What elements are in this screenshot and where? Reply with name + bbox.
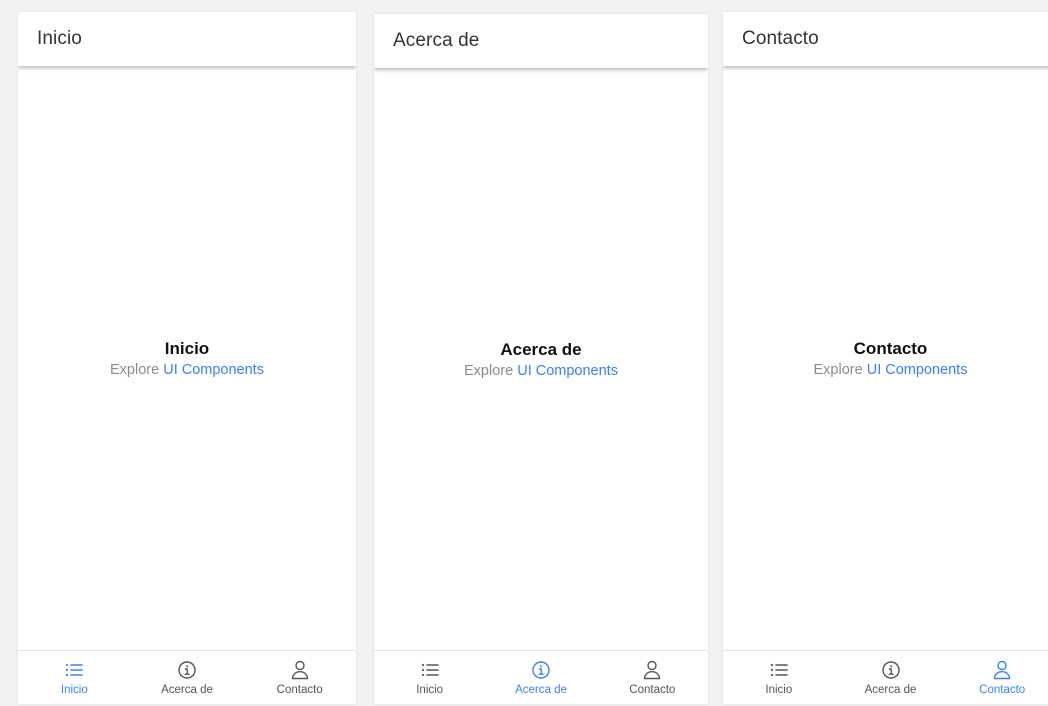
tab-acerca-de[interactable]: Acerca de: [485, 651, 596, 704]
ui-components-link[interactable]: UI Components: [163, 362, 264, 378]
main-content: Acerca de Explore UI Components: [374, 68, 708, 651]
tab-label: Contacto: [276, 684, 323, 696]
header-toolbar: Acerca de: [374, 14, 708, 68]
header-toolbar: Contacto: [723, 12, 1048, 66]
tab-contacto[interactable]: Contacto: [946, 651, 1048, 704]
tab-acerca-de[interactable]: Acerca de: [131, 651, 244, 704]
info-circle-icon: [530, 659, 552, 681]
tab-contacto[interactable]: Contacto: [597, 651, 708, 704]
content-subtitle: Explore UI Components: [814, 362, 968, 378]
tab-label: Acerca de: [864, 684, 917, 696]
tab-acerca-de[interactable]: Acerca de: [835, 651, 947, 704]
content-title: Contacto: [853, 339, 928, 358]
content-subtitle: Explore UI Components: [464, 363, 618, 379]
tab-inicio[interactable]: Inicio: [18, 651, 131, 704]
content-subtitle: Explore UI Components: [110, 362, 264, 378]
explore-text: Explore: [464, 363, 514, 379]
header-toolbar: Inicio: [18, 12, 356, 66]
main-content: Inicio Explore UI Components: [18, 66, 356, 651]
tab-inicio[interactable]: Inicio: [374, 651, 485, 704]
page-title: Contacto: [742, 28, 819, 49]
person-icon: [641, 659, 663, 681]
list-icon: [768, 659, 790, 681]
explore-text: Explore: [110, 362, 160, 378]
ui-components-link[interactable]: UI Components: [517, 363, 618, 379]
tab-label: Inicio: [416, 684, 444, 696]
content-title: Acerca de: [500, 340, 582, 359]
tab-contacto[interactable]: Contacto: [243, 651, 356, 704]
tab-inicio[interactable]: Inicio: [723, 651, 835, 704]
person-icon: [289, 659, 311, 681]
phone-screen-inicio: Inicio Inicio Explore UI Components Inic…: [18, 12, 356, 704]
tab-label: Acerca de: [515, 684, 567, 696]
tab-bar: Inicio Acerca de Contacto: [374, 650, 708, 704]
info-circle-icon: [880, 659, 902, 681]
person-icon: [991, 659, 1013, 681]
content-title: Inicio: [164, 339, 210, 358]
tab-label: Contacto: [629, 684, 676, 696]
tab-bar: Inicio Acerca de Contacto: [18, 650, 356, 704]
info-circle-icon: [176, 659, 198, 681]
page-title: Acerca de: [393, 30, 480, 51]
ui-components-link[interactable]: UI Components: [867, 362, 968, 378]
phone-screen-contacto: Contacto Contacto Explore UI Components …: [723, 12, 1048, 704]
tab-label: Contacto: [979, 684, 1026, 696]
tab-label: Inicio: [765, 684, 793, 696]
phone-screen-acerca-de: Acerca de Acerca de Explore UI Component…: [374, 14, 708, 704]
tab-bar: Inicio Acerca de Contacto: [723, 650, 1048, 704]
tab-label: Acerca de: [161, 684, 213, 696]
list-icon: [419, 659, 441, 681]
page-title: Inicio: [37, 28, 82, 49]
main-content: Contacto Explore UI Components: [723, 66, 1048, 651]
tab-label: Inicio: [60, 684, 88, 696]
explore-text: Explore: [813, 362, 863, 378]
list-icon: [63, 659, 85, 681]
